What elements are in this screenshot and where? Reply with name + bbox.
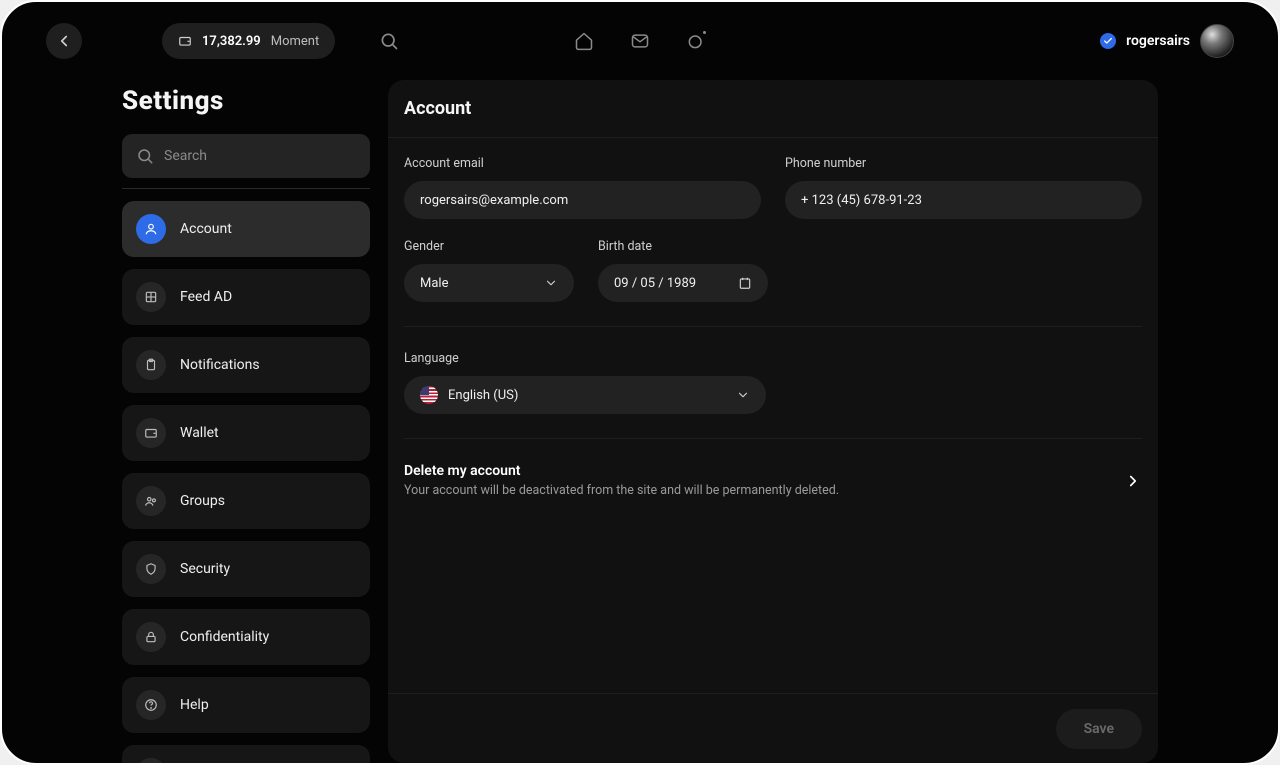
sidebar-item-information[interactable]: Information [122, 745, 370, 765]
page-title: Settings [122, 86, 370, 116]
grid-icon [136, 282, 166, 312]
shield-icon [136, 554, 166, 584]
sidebar-item-label: Security [180, 561, 230, 577]
gender-select[interactable]: Male [404, 264, 574, 302]
sidebar-item-label: Wallet [180, 425, 219, 441]
sidebar-item-label: Notifications [180, 357, 260, 373]
avatar[interactable] [1200, 24, 1234, 58]
label-phone: Phone number [785, 156, 1142, 171]
label-email: Account email [404, 156, 761, 171]
balance-unit: Moment [271, 34, 320, 49]
verified-badge-icon [1100, 33, 1116, 49]
flag-us-icon [420, 386, 438, 404]
gender-value: Male [420, 276, 448, 291]
settings-search[interactable]: Search [122, 134, 370, 178]
sidebar-item-account[interactable]: Account [122, 201, 370, 257]
top-search-button[interactable] [379, 31, 399, 51]
divider [404, 438, 1142, 439]
home-icon [574, 31, 594, 51]
delete-title: Delete my account [404, 463, 839, 479]
sidebar-item-confidentiality[interactable]: Confidentiality [122, 609, 370, 665]
mail-icon [630, 31, 650, 51]
wallet-icon [178, 34, 192, 48]
account-panel: Account Account email Phone number Gende… [388, 80, 1158, 763]
notification-dot-icon [701, 29, 708, 36]
sidebar-divider [122, 188, 370, 189]
back-button[interactable] [46, 23, 82, 59]
birth-value: 09 / 05 / 1989 [614, 276, 696, 291]
birth-date-field[interactable]: 09 / 05 / 1989 [598, 264, 768, 302]
search-icon [136, 147, 154, 165]
help-icon [136, 690, 166, 720]
chevron-down-icon [544, 276, 558, 290]
phone-field[interactable] [785, 181, 1142, 219]
sidebar-item-label: Groups [180, 493, 225, 509]
sidebar-item-label: Feed AD [180, 289, 232, 305]
wallet-icon [136, 418, 166, 448]
sidebar-item-wallet[interactable]: Wallet [122, 405, 370, 461]
search-icon [379, 31, 399, 51]
delete-account-row[interactable]: Delete my account Your account will be d… [404, 463, 1142, 498]
save-button[interactable]: Save [1056, 709, 1142, 749]
search-placeholder: Search [164, 148, 207, 164]
panel-title: Account [388, 80, 1158, 138]
sidebar-item-security[interactable]: Security [122, 541, 370, 597]
lock-icon [136, 622, 166, 652]
sidebar-item-notifications[interactable]: Notifications [122, 337, 370, 393]
username-label: rogersairs [1126, 33, 1190, 49]
chevron-down-icon [736, 388, 750, 402]
label-language: Language [404, 351, 766, 366]
language-value: English (US) [448, 388, 518, 403]
divider [404, 326, 1142, 327]
label-birth: Birth date [598, 239, 768, 254]
language-select[interactable]: English (US) [404, 376, 766, 414]
chevron-right-icon [1124, 472, 1142, 490]
balance-amount: 17,382.99 [202, 34, 261, 49]
sidebar-item-label: Confidentiality [180, 629, 269, 645]
sidebar-item-groups[interactable]: Groups [122, 473, 370, 529]
sidebar-item-help[interactable]: Help [122, 677, 370, 733]
label-gender: Gender [404, 239, 574, 254]
info-icon [136, 758, 166, 765]
sidebar-item-label: Account [180, 221, 232, 237]
nav-messages[interactable] [630, 31, 650, 51]
calendar-icon [738, 276, 752, 290]
user-icon [136, 214, 166, 244]
users-icon [136, 486, 166, 516]
delete-desc: Your account will be deactivated from th… [404, 483, 839, 498]
balance-pill[interactable]: 17,382.99 Moment [162, 23, 335, 59]
email-field[interactable] [404, 181, 761, 219]
nav-home[interactable] [574, 31, 594, 51]
nav-notifications[interactable] [686, 31, 706, 51]
sidebar-item-feed-ad[interactable]: Feed AD [122, 269, 370, 325]
sidebar-item-label: Help [180, 697, 209, 713]
chevron-left-icon [55, 32, 73, 50]
clipboard-icon [136, 350, 166, 380]
